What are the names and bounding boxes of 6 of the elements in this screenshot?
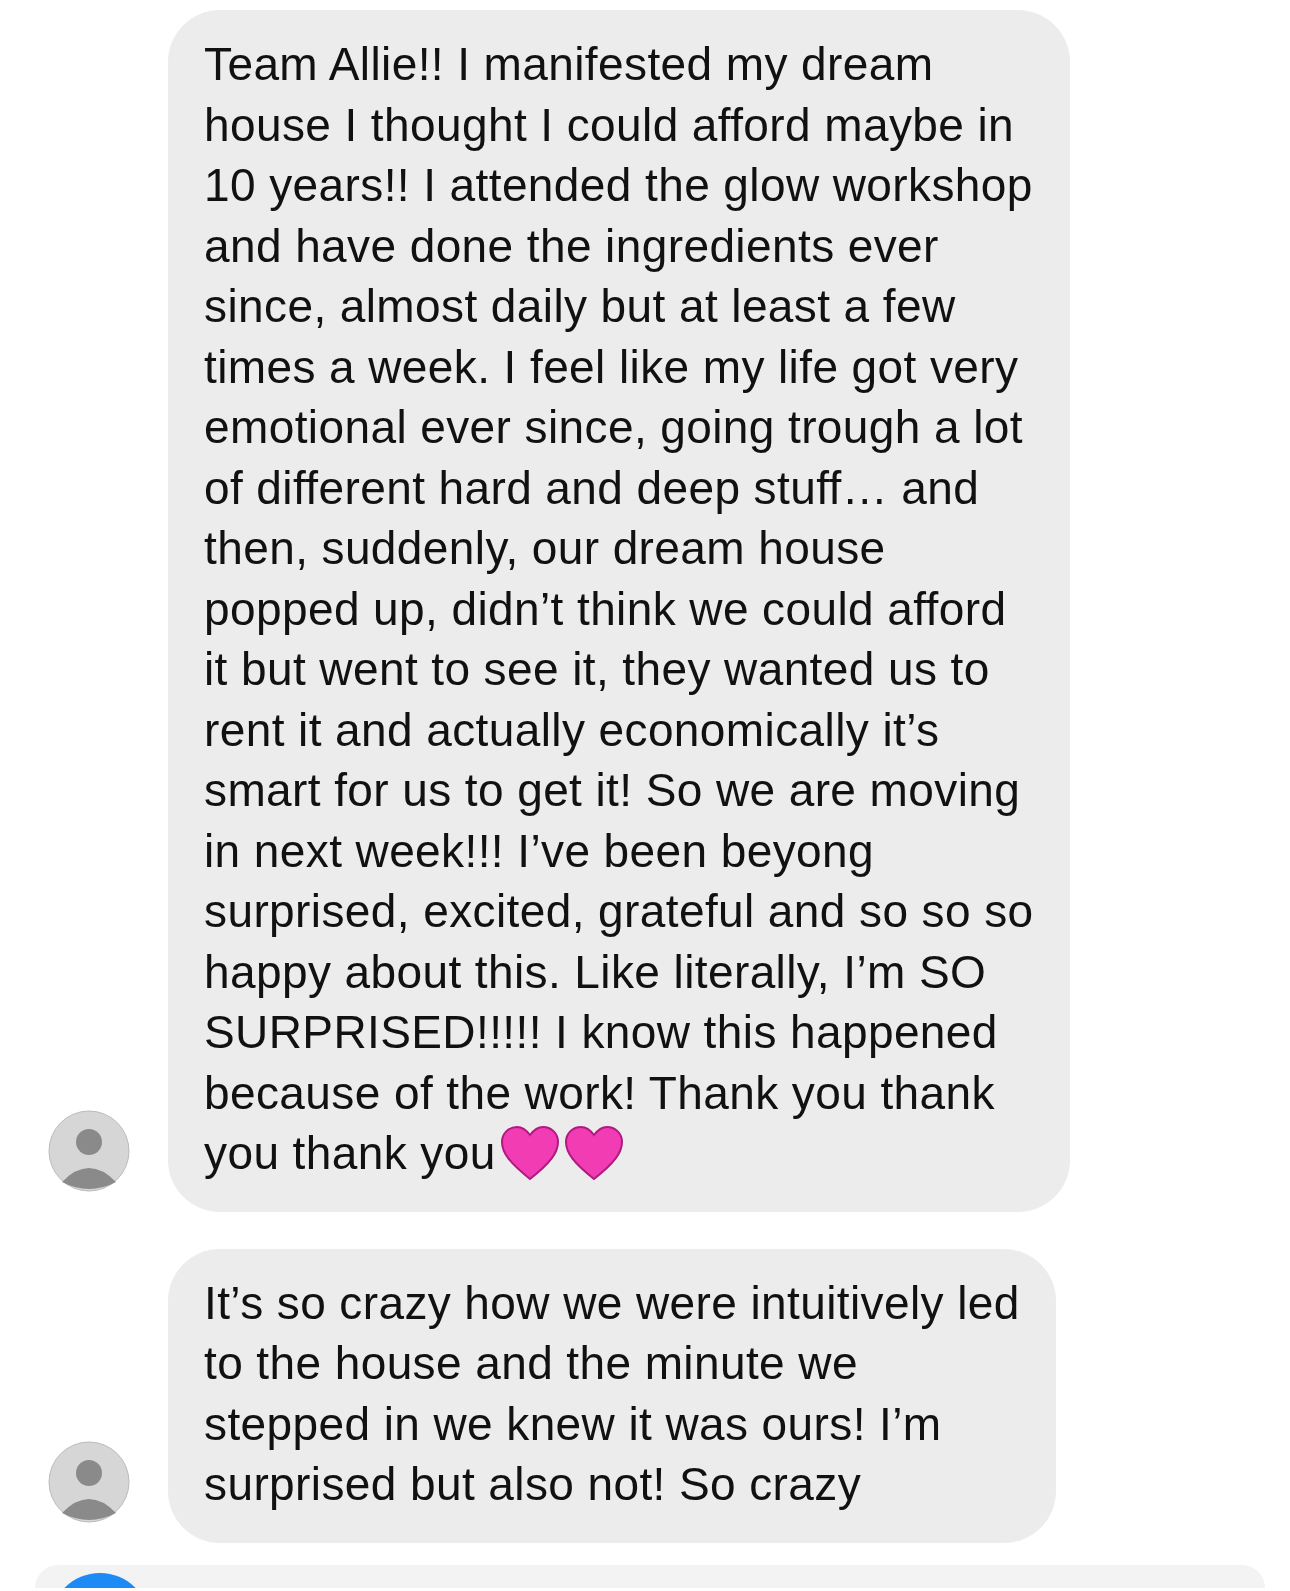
avatar-icon xyxy=(48,1109,130,1192)
avatar-icon xyxy=(48,1440,130,1523)
heart-icon xyxy=(563,1125,624,1182)
heart-icon xyxy=(499,1125,560,1182)
message-text: It’s so crazy how we were intuitively led to the house and the minute we stepped in we knew it was ours! I’m surprised but also not! So crazy xyxy=(204,1275,1020,1512)
message-text: you thank you xyxy=(204,1126,496,1181)
